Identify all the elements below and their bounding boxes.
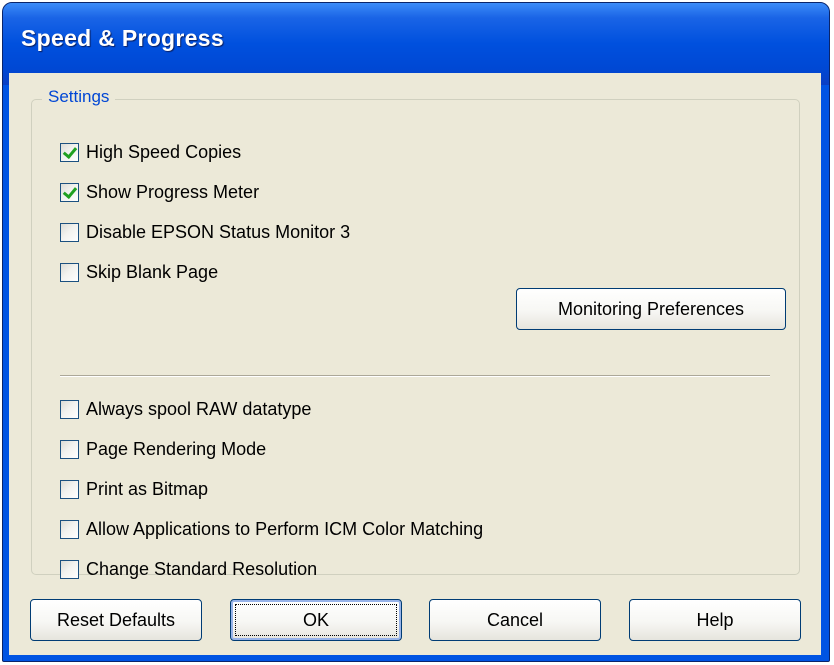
skip-blank-page-option[interactable]: Skip Blank Page <box>60 260 218 284</box>
high-speed-copies-label[interactable]: High Speed Copies <box>86 142 241 163</box>
ok-button[interactable]: OK <box>230 599 402 641</box>
disable-status-monitor-label[interactable]: Disable EPSON Status Monitor 3 <box>86 222 350 243</box>
show-progress-meter-option[interactable]: Show Progress Meter <box>60 180 259 204</box>
window-title: Speed & Progress <box>21 25 224 51</box>
change-standard-resolution-label[interactable]: Change Standard Resolution <box>86 559 317 580</box>
high-speed-copies-option[interactable]: High Speed Copies <box>60 140 241 164</box>
page-rendering-mode-label[interactable]: Page Rendering Mode <box>86 439 266 460</box>
settings-groupbox: Settings High Speed Copies Show Progress… <box>31 87 800 579</box>
icm-color-matching-checkbox[interactable] <box>60 519 79 539</box>
dialog-client-area: Settings High Speed Copies Show Progress… <box>9 73 821 655</box>
dialog-window: Speed & Progress Settings High Speed Cop… <box>2 2 830 662</box>
show-progress-meter-checkbox[interactable] <box>60 182 79 202</box>
disable-status-monitor-option[interactable]: Disable EPSON Status Monitor 3 <box>60 220 350 244</box>
print-as-bitmap-label[interactable]: Print as Bitmap <box>86 479 208 500</box>
monitoring-preferences-button[interactable]: Monitoring Preferences <box>516 288 786 330</box>
settings-group-label: Settings <box>42 87 116 107</box>
reset-defaults-button[interactable]: Reset Defaults <box>30 599 202 641</box>
icm-color-matching-option[interactable]: Allow Applications to Perform ICM Color … <box>60 517 483 541</box>
always-spool-raw-label[interactable]: Always spool RAW datatype <box>86 399 311 420</box>
help-button[interactable]: Help <box>629 599 801 641</box>
change-standard-resolution-checkbox[interactable] <box>60 559 79 579</box>
cancel-button[interactable]: Cancel <box>429 599 601 641</box>
page-rendering-mode-checkbox[interactable] <box>60 439 79 459</box>
show-progress-meter-label[interactable]: Show Progress Meter <box>86 182 259 203</box>
icm-color-matching-label[interactable]: Allow Applications to Perform ICM Color … <box>86 519 483 540</box>
ok-button-label: OK <box>302 609 329 630</box>
page-rendering-mode-option[interactable]: Page Rendering Mode <box>60 437 266 461</box>
always-spool-raw-checkbox[interactable] <box>60 399 79 419</box>
disable-status-monitor-checkbox[interactable] <box>60 222 79 242</box>
high-speed-copies-checkbox[interactable] <box>60 142 79 162</box>
settings-separator <box>60 375 770 377</box>
print-as-bitmap-checkbox[interactable] <box>60 479 79 499</box>
skip-blank-page-checkbox[interactable] <box>60 262 79 282</box>
change-standard-resolution-option[interactable]: Change Standard Resolution <box>60 557 317 581</box>
always-spool-raw-option[interactable]: Always spool RAW datatype <box>60 397 311 421</box>
skip-blank-page-label[interactable]: Skip Blank Page <box>86 262 218 283</box>
print-as-bitmap-option[interactable]: Print as Bitmap <box>60 477 208 501</box>
